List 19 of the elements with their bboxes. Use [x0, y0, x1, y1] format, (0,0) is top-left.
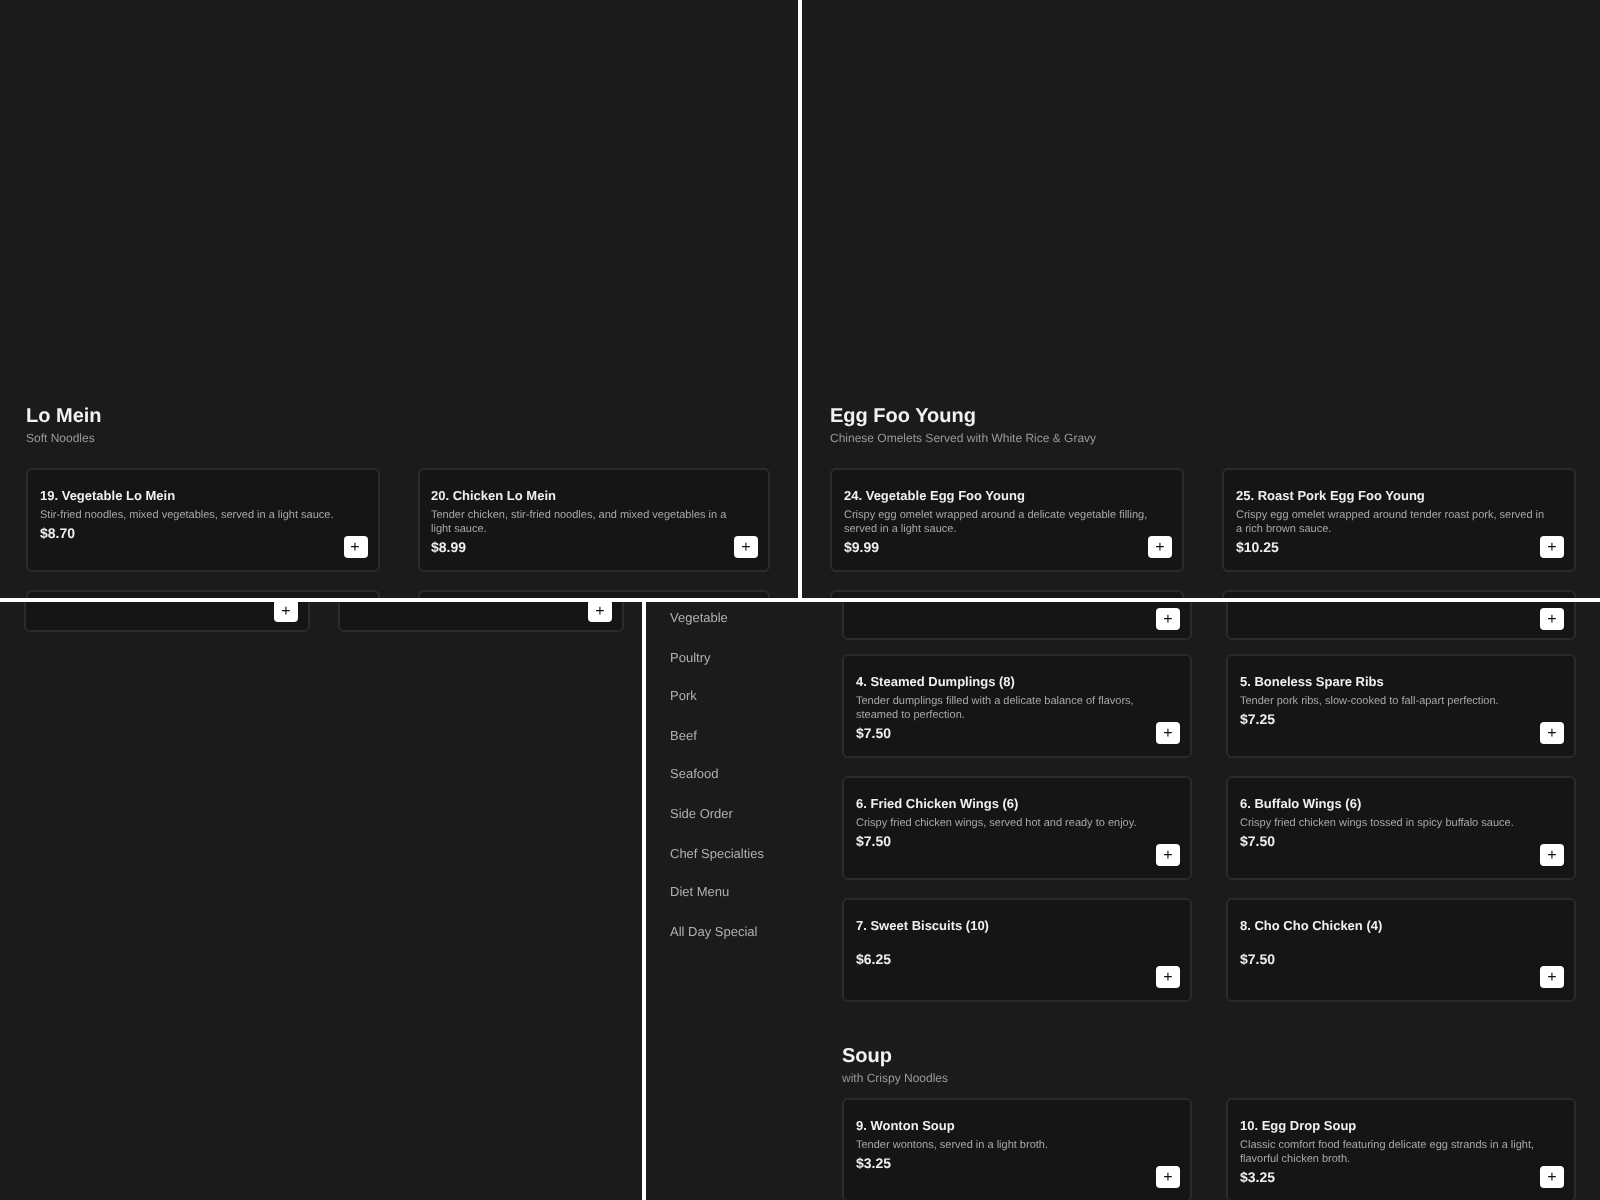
- add-button[interactable]: +: [1148, 536, 1172, 558]
- add-button[interactable]: +: [343, 536, 367, 558]
- add-button[interactable]: +: [734, 536, 758, 558]
- section-title: Lo Mein: [26, 406, 104, 428]
- add-button[interactable]: +: [1540, 844, 1564, 866]
- add-button[interactable]: +: [1156, 608, 1180, 630]
- add-button[interactable]: +: [1156, 844, 1180, 866]
- add-button[interactable]: +: [1540, 722, 1564, 744]
- section-title: Egg Foo Young: [830, 406, 978, 428]
- add-button[interactable]: +: [1540, 1166, 1564, 1188]
- add-button[interactable]: +: [274, 602, 298, 622]
- add-button[interactable]: +: [1156, 1166, 1180, 1188]
- add-button[interactable]: +: [1540, 966, 1564, 988]
- add-button[interactable]: +: [1540, 608, 1564, 630]
- add-button[interactable]: +: [1156, 966, 1180, 988]
- section-title: Soup: [842, 1046, 894, 1068]
- add-button[interactable]: +: [588, 602, 612, 622]
- add-button[interactable]: +: [1540, 536, 1564, 558]
- add-button[interactable]: +: [1156, 722, 1180, 744]
